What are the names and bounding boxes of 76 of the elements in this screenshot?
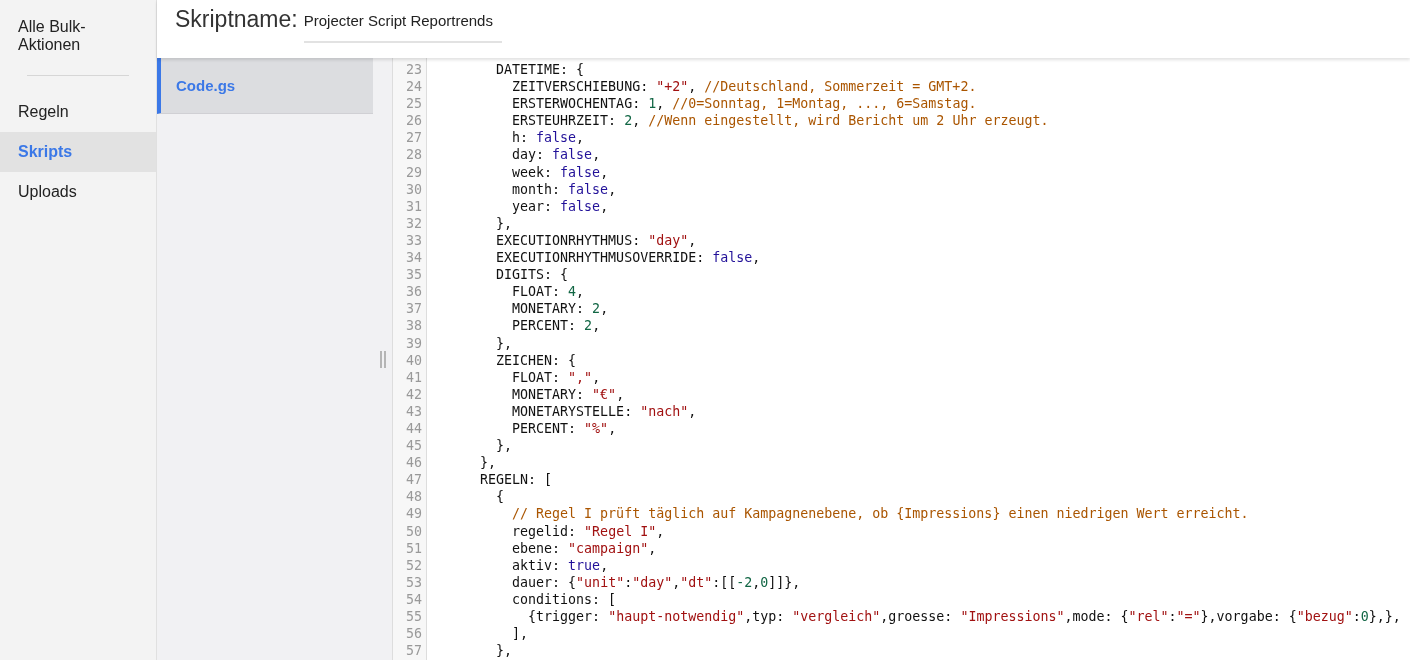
line-number: 37 — [405, 300, 423, 318]
code-line: {trigger: "haupt-notwendig",typ: "vergleich",groesse: "Impressions",mode: {"rel":"="},vorgabe: {"bezug":0},}, — [527, 608, 1402, 626]
code-line: ZEICHEN: { — [495, 351, 578, 369]
code-line: MONETARYSTELLE: "nach", — [511, 402, 698, 420]
line-number: 23 — [405, 61, 423, 79]
line-number: 54 — [405, 590, 423, 608]
code-line: EXECUTIONRHYTHMUSOVERRIDE: false, — [495, 249, 762, 267]
code-line: FLOAT: 4, — [511, 283, 586, 301]
line-number: 29 — [405, 163, 423, 181]
line-number: 53 — [405, 573, 423, 591]
code-line: // Regel I prüft täglich auf Kampagnenebene, ob {Impressions} einen niedrigen Wert erreicht. — [511, 505, 1250, 523]
script-name-label: Skriptname: — [175, 6, 298, 33]
code-line: { — [495, 488, 506, 506]
code-line: ERSTEUHRZEIT: 2, //Wenn eingestellt, wird Bericht um 2 Uhr erzeugt. — [511, 112, 1050, 130]
line-number: 31 — [405, 197, 423, 215]
code-line: month: false, — [511, 180, 618, 198]
code-line: regelid: "Regel I", — [511, 522, 666, 540]
code-line: MONETARY: 2, — [511, 300, 610, 318]
line-number: 49 — [405, 505, 423, 523]
resize-handle[interactable] — [379, 350, 386, 368]
line-number: 48 — [405, 488, 423, 506]
code-line: day: false, — [511, 146, 602, 164]
line-number: 43 — [405, 402, 423, 420]
line-number: 32 — [405, 214, 423, 232]
code-line: DATETIME: { — [495, 61, 586, 79]
line-number: 47 — [405, 471, 423, 489]
line-number: 57 — [405, 642, 423, 660]
line-number: 30 — [405, 180, 423, 198]
line-number: 24 — [405, 78, 423, 96]
code-line: REGELN: [ — [479, 471, 554, 489]
line-number: 55 — [405, 608, 423, 626]
sidebar-item[interactable]: Alle Bulk-Aktionen — [0, 16, 156, 56]
code-line: MONETARY: "€", — [511, 385, 626, 403]
code-line: }, — [495, 334, 514, 352]
code-line: EXECUTIONRHYTHMUS: "day", — [495, 231, 698, 250]
line-number: 34 — [405, 249, 423, 267]
code-line: }, — [479, 454, 498, 472]
sidebar-item[interactable]: Regeln — [0, 92, 156, 132]
code-line: ERSTERWOCHENTAG: 1, //0=Sonntag, 1=Montag, ..., 6=Samstag. — [511, 95, 978, 113]
line-number: 50 — [405, 522, 423, 540]
line-number: 27 — [405, 129, 423, 147]
line-number: 26 — [405, 112, 423, 130]
code-line: }, — [495, 642, 514, 660]
line-number: 42 — [405, 385, 423, 403]
sidebar-item[interactable]: Uploads — [0, 172, 156, 212]
code-line: ZEITVERSCHIEBUNG: "+2", //Deutschland, Sommerzeit = GMT+2. — [511, 78, 978, 96]
line-number: 39 — [405, 334, 423, 352]
code-line: }, — [495, 437, 514, 455]
line-number: 33 — [405, 231, 423, 250]
line-number: 56 — [405, 625, 423, 643]
line-number: 41 — [405, 368, 423, 386]
line-number: 35 — [405, 266, 423, 284]
code-line: dauer: {"unit":"day","dt":[[-2,0]]}, — [511, 573, 802, 591]
line-number: 40 — [405, 351, 423, 369]
code-line: year: false, — [511, 197, 610, 215]
line-number: 45 — [405, 437, 423, 455]
code-line: conditions: [ — [511, 590, 618, 608]
line-number: 36 — [405, 283, 423, 301]
code-line: ], — [511, 625, 530, 643]
code-line: DIGITS: { — [495, 266, 570, 284]
line-number: 52 — [405, 556, 423, 574]
code-line: PERCENT: 2, — [511, 317, 602, 335]
line-number: 46 — [405, 454, 423, 472]
code-line: h: false, — [511, 129, 586, 147]
line-number: 44 — [405, 419, 423, 438]
line-number: 51 — [405, 539, 423, 557]
line-number: 25 — [405, 95, 423, 113]
line-number: 38 — [405, 317, 423, 335]
code-line: PERCENT: "%", — [511, 419, 618, 438]
code-line: aktiv: true, — [511, 556, 610, 574]
code-line: ebene: "campaign", — [511, 539, 658, 557]
line-number: 28 — [405, 146, 423, 164]
script-name-field[interactable]: Projecter Script Reportrends — [303, 4, 502, 43]
code-line: FLOAT: ",", — [511, 368, 602, 386]
code-line: }, — [495, 214, 514, 232]
code-line: week: false, — [511, 163, 610, 181]
